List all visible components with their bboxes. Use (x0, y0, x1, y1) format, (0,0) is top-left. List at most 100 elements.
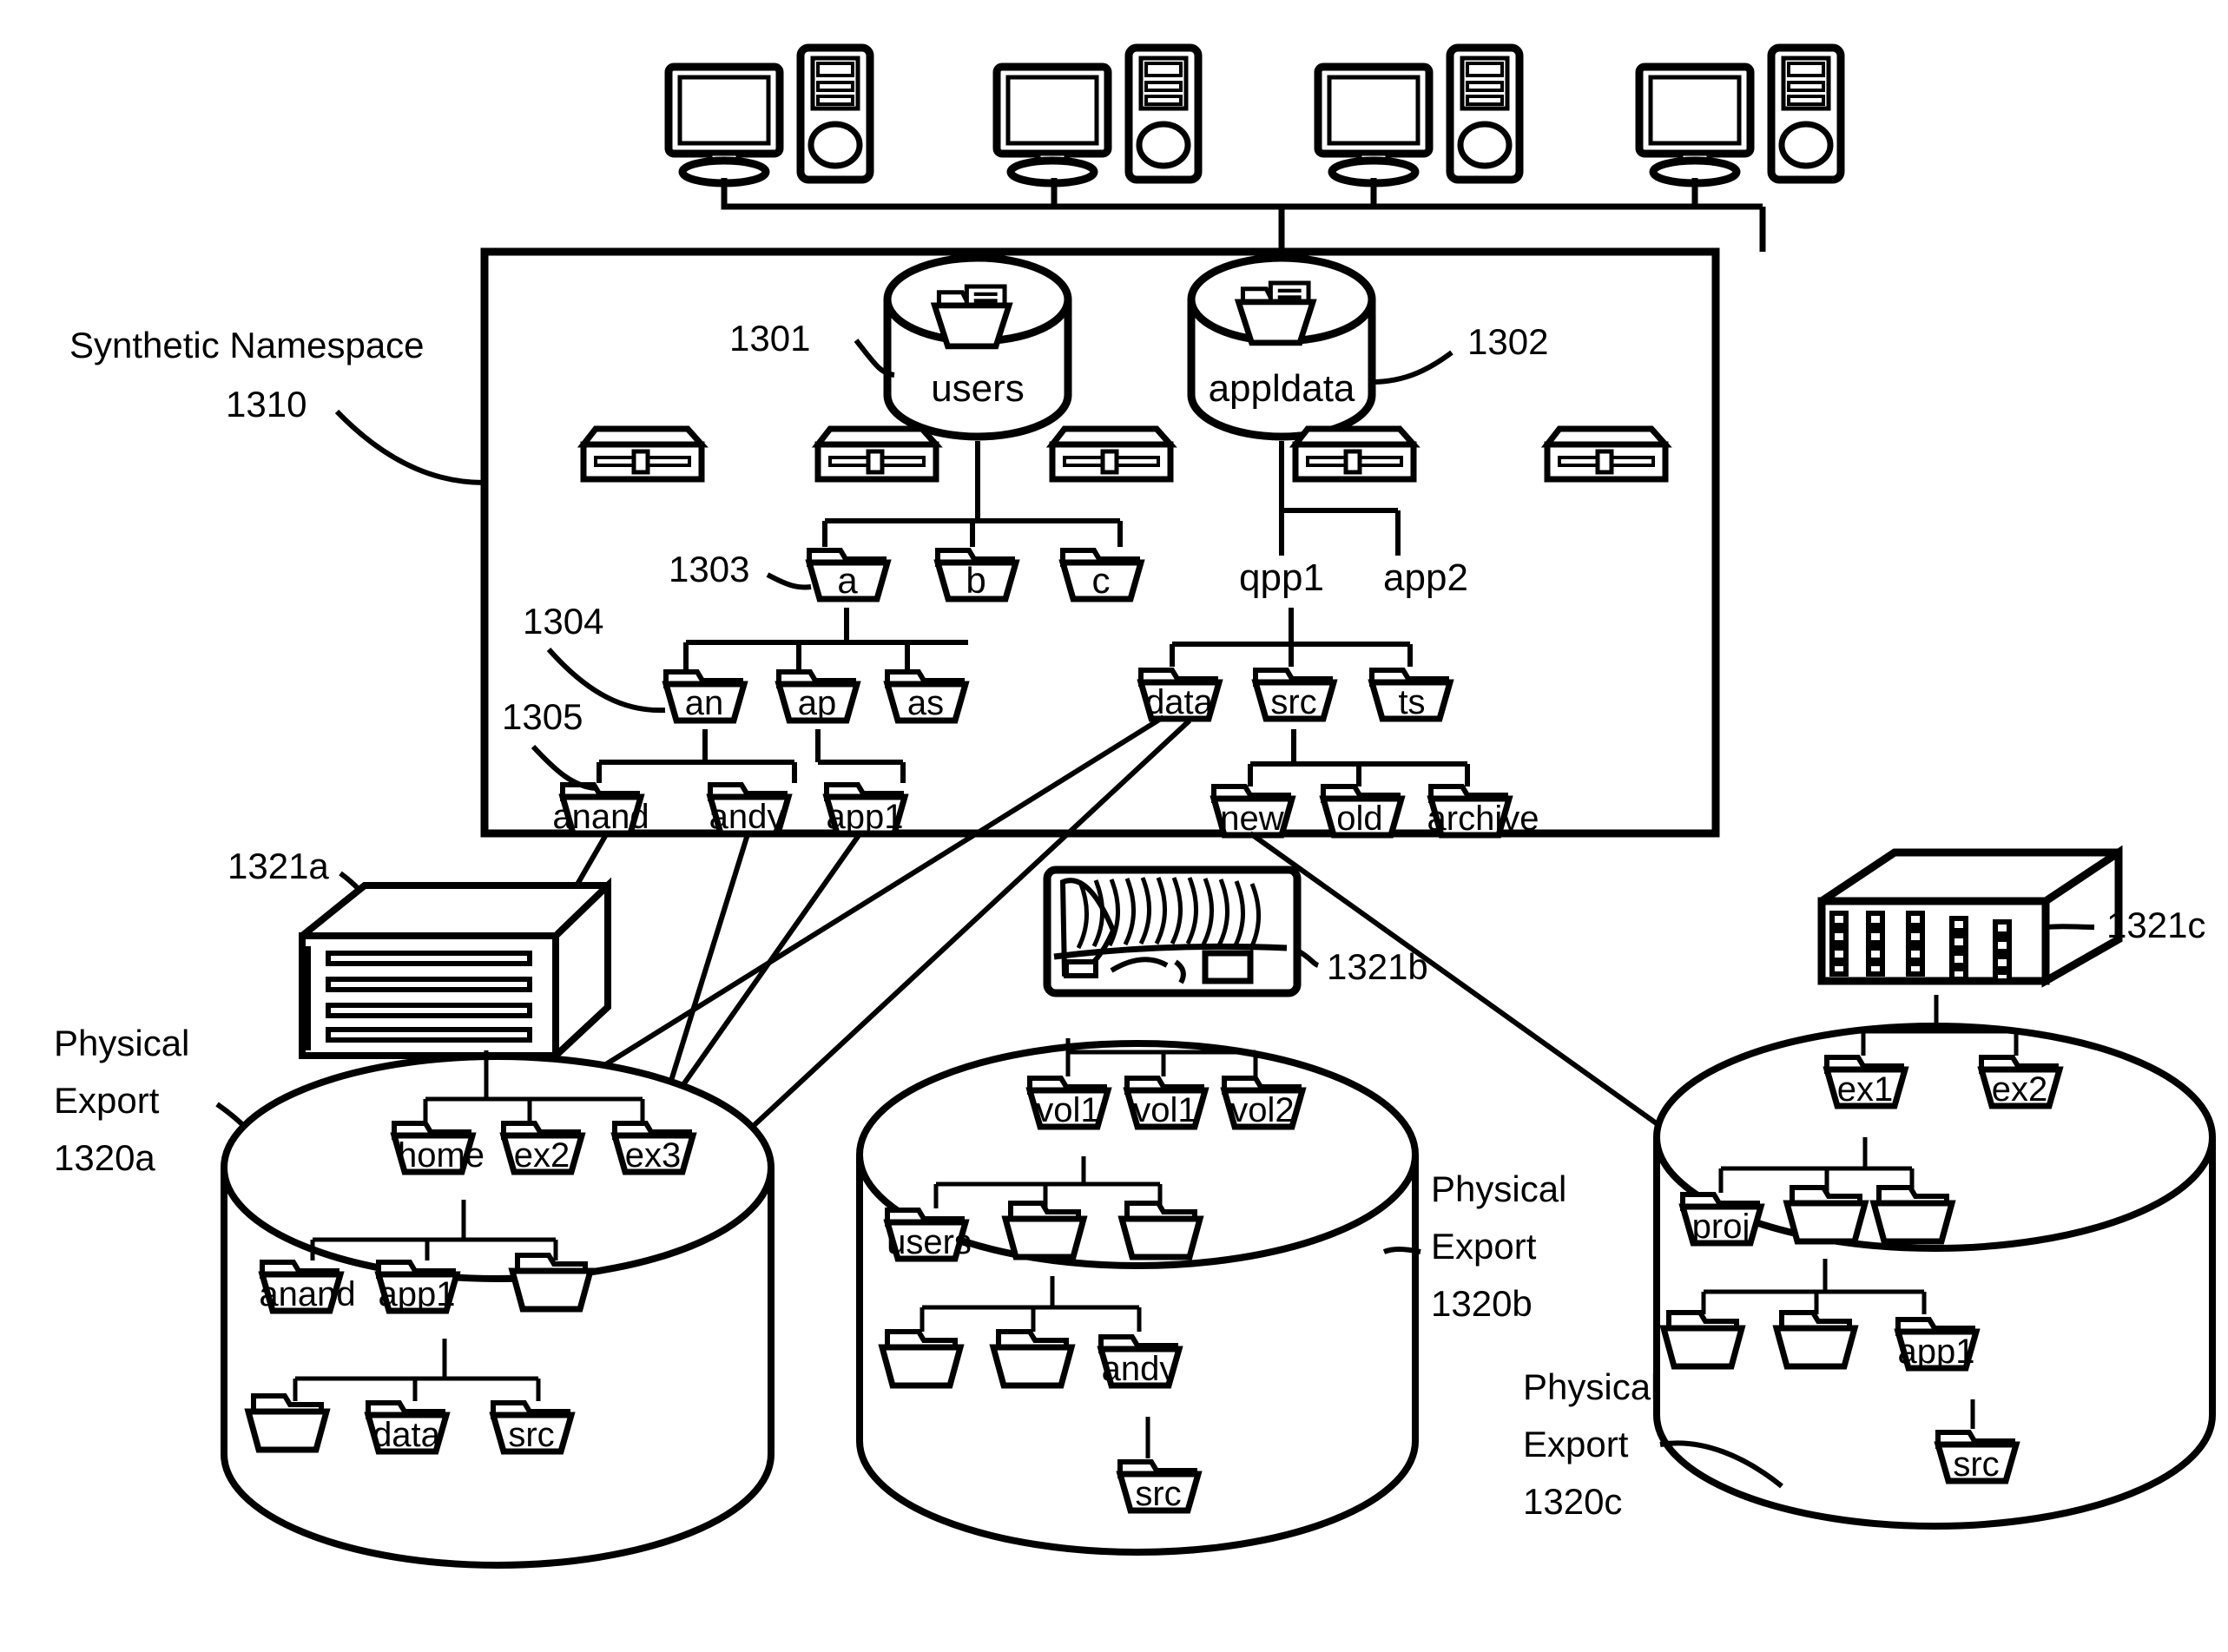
folder-src-b-label: src (1135, 1475, 1181, 1513)
leader-1302 (1371, 350, 1453, 385)
users-cylinder[interactable]: users (883, 253, 1072, 441)
leader-1321b (1297, 949, 1320, 968)
folder-blank-b3[interactable] (882, 1332, 960, 1385)
folder-src-ns-label: src (1270, 683, 1316, 721)
folder-anand[interactable]: anand (552, 785, 649, 836)
folder-src-a[interactable]: src (493, 1403, 571, 1454)
leader-1321c (2047, 924, 2095, 930)
folder-c[interactable]: c (1063, 550, 1141, 601)
folder-an[interactable]: an (666, 672, 744, 722)
folder-proj-c-label: proj (1692, 1208, 1750, 1246)
folder-blank-c3[interactable] (1664, 1313, 1742, 1366)
users-cylinder-label: users (931, 367, 1025, 410)
folder-ex2-c-label: ex2 (1992, 1070, 2048, 1109)
ref-1321b: 1321b (1327, 946, 1428, 987)
folder-blank-a2[interactable] (248, 1396, 326, 1450)
physical-export-c-cylinder (1653, 1023, 2216, 1530)
ref-1301: 1301 (729, 318, 810, 359)
folder-blank-c2[interactable] (1874, 1188, 1952, 1241)
folder-vol1-b2-label: vol1 (1133, 1091, 1196, 1129)
folder-src-a-label: src (508, 1416, 554, 1454)
folder-home-a[interactable]: home (394, 1123, 484, 1175)
physical-export-b-line3: 1320b (1431, 1283, 1533, 1324)
folder-src-c[interactable]: src (1938, 1432, 2016, 1484)
server-icon-2[interactable] (818, 429, 936, 479)
client-computer-1[interactable] (669, 48, 870, 183)
folder-a[interactable]: a (809, 550, 887, 601)
folder-app1-a-label: app1 (379, 1275, 456, 1313)
folder-ap-label: ap (798, 684, 837, 722)
folder-ts-ns[interactable]: ts (1372, 670, 1450, 721)
folder-archive[interactable]: archive (1427, 787, 1539, 838)
folder-vol2-b[interactable]: vol2 (1224, 1078, 1302, 1129)
server-icon-5[interactable] (1547, 429, 1665, 479)
folder-users-b[interactable]: users (887, 1210, 972, 1261)
folder-vol1-b1-label: vol1 (1036, 1091, 1099, 1129)
folder-an-label: an (685, 684, 724, 722)
folder-blank-b4[interactable] (993, 1332, 1071, 1385)
folder-blank-c1[interactable] (1787, 1188, 1865, 1241)
folder-ex3-a[interactable]: ex3 (615, 1123, 693, 1175)
folder-ap[interactable]: ap (779, 672, 857, 722)
folder-andy-label: andy (709, 798, 785, 836)
physical-export-b-line1: Physical (1431, 1168, 1566, 1209)
disk-array-icon-1321c[interactable] (1817, 845, 2123, 988)
tape-library-icon-1321a[interactable] (299, 877, 611, 1064)
folder-old[interactable]: old (1323, 787, 1401, 838)
folder-ex1-c[interactable]: ex1 (1827, 1057, 1905, 1109)
label-app2: app2 (1383, 556, 1468, 599)
folder-app1-a[interactable]: app1 (379, 1262, 457, 1313)
client-computer-4[interactable] (1639, 48, 1841, 183)
folder-ex2-a[interactable]: ex2 (504, 1123, 582, 1175)
folder-b-label: b (966, 560, 985, 601)
folder-a-label: a (837, 560, 858, 601)
synthetic-namespace-label-line1: Synthetic Namespace (69, 325, 425, 365)
folder-blank-a1[interactable] (512, 1255, 590, 1309)
server-icon-3[interactable] (1052, 429, 1170, 479)
folder-archive-label: archive (1427, 800, 1539, 838)
folder-new[interactable]: new (1214, 787, 1292, 838)
client-computer-3[interactable] (1318, 48, 1519, 183)
folder-andy-b[interactable]: andy (1101, 1337, 1179, 1388)
server-icon-1[interactable] (583, 429, 702, 479)
folder-app1-c[interactable]: app1 (1898, 1320, 1976, 1371)
namespace-server-row (583, 429, 1665, 479)
folder-vol1-b2[interactable]: vol1 (1127, 1078, 1205, 1129)
leader-1303 (766, 572, 812, 590)
figure-canvas: Synthetic Namespace 1310 users 1301 appl… (0, 0, 2228, 1652)
client-computers (669, 48, 1841, 183)
folder-anand-label: anand (552, 798, 649, 836)
folder-vol2-b-label: vol2 (1230, 1091, 1294, 1129)
folder-users-b-label: users (887, 1223, 972, 1261)
folder-home-a-label: home (398, 1136, 484, 1175)
folder-app1-c-label: app1 (1898, 1333, 1975, 1371)
folder-ex2-c[interactable]: ex2 (1981, 1057, 2060, 1109)
folder-src-ns[interactable]: src (1256, 670, 1334, 721)
server-chassis-icon-1321b[interactable] (1043, 865, 1302, 997)
folder-b[interactable]: b (938, 550, 1016, 601)
folder-blank-b2[interactable] (1122, 1203, 1200, 1257)
ref-1321a: 1321a (227, 846, 329, 886)
client-network-bus (721, 178, 1766, 252)
folder-src-c-label: src (1953, 1445, 1999, 1484)
appldata-cylinder-label: appldata (1209, 367, 1355, 410)
folder-src-b[interactable]: src (1120, 1462, 1198, 1513)
folder-app1-ns[interactable]: app1 (827, 785, 905, 836)
server-icon-4[interactable] (1295, 429, 1414, 479)
folder-as[interactable]: as (887, 672, 966, 722)
folder-data-a[interactable]: data (368, 1403, 446, 1454)
folder-proj-c[interactable]: proj (1683, 1195, 1761, 1246)
physical-export-c-line2: Export (1523, 1424, 1629, 1464)
folder-data-ns[interactable]: data (1141, 670, 1219, 721)
appldata-cylinder[interactable]: appldata (1187, 253, 1376, 441)
physical-export-a-line3: 1320a (54, 1137, 155, 1178)
folder-blank-c4[interactable] (1776, 1313, 1855, 1366)
physical-export-a-line2: Export (54, 1080, 160, 1121)
folder-data-a-label: data (372, 1416, 441, 1454)
client-computer-2[interactable] (997, 48, 1198, 183)
ref-1321c: 1321c (2106, 905, 2205, 945)
folder-vol1-b1[interactable]: vol1 (1030, 1078, 1108, 1129)
folder-blank-b1[interactable] (1005, 1203, 1084, 1257)
folder-andy[interactable]: andy (709, 785, 788, 836)
folder-andy-b-label: andy (1102, 1350, 1177, 1388)
